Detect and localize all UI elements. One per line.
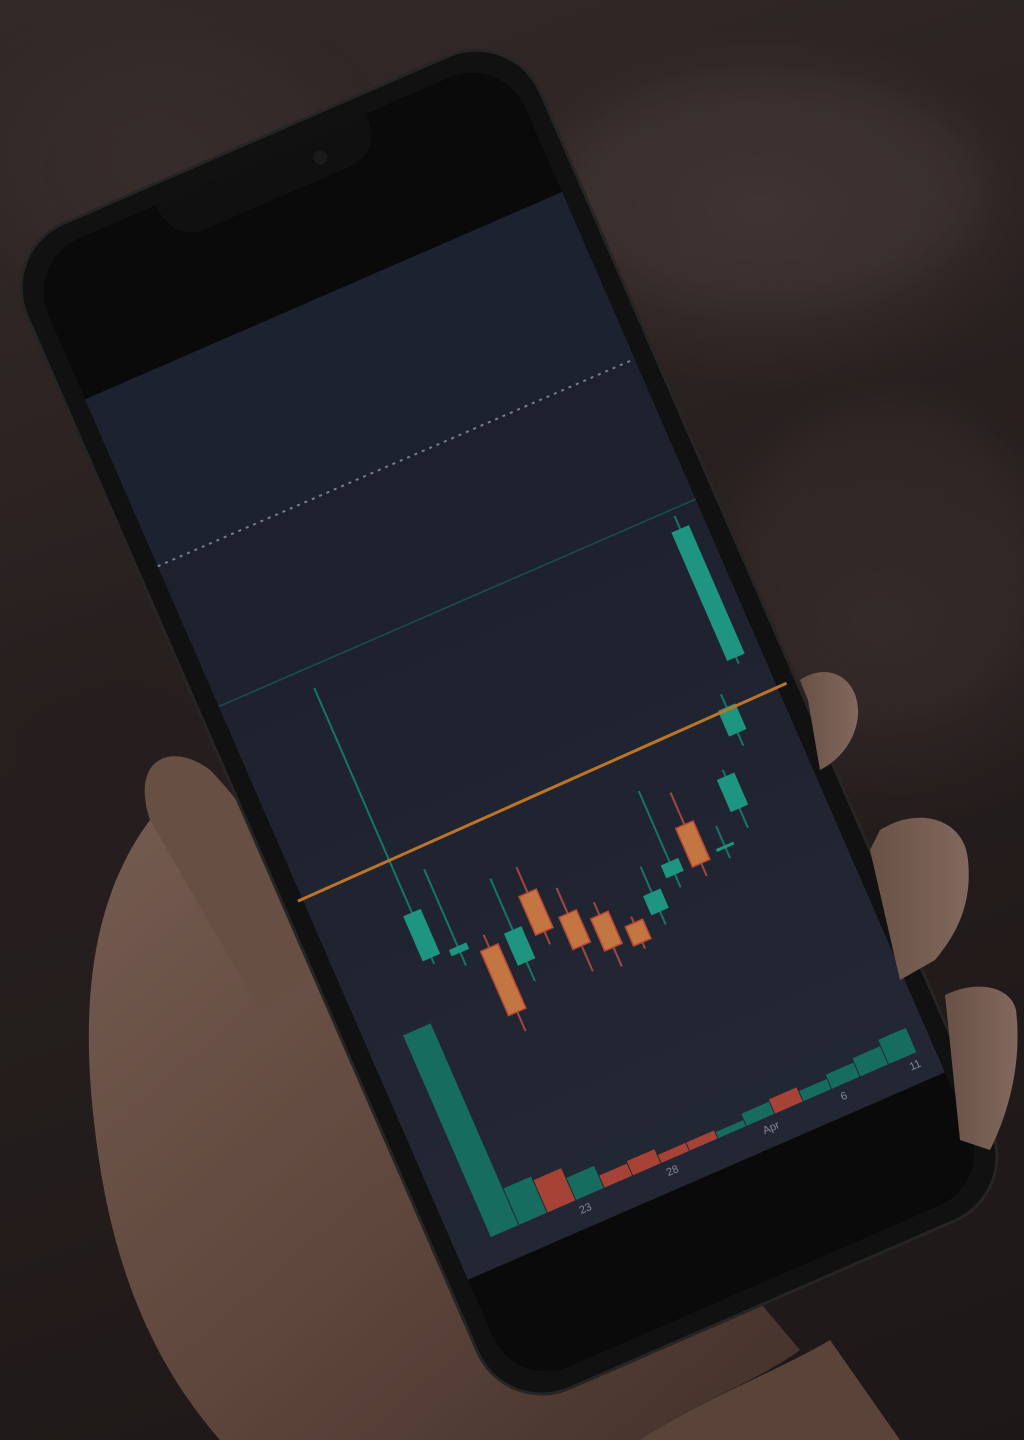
photo-scene: 23 28 Apr 6 11 <box>0 0 1024 1440</box>
phone-photo-svg: 23 28 Apr 6 11 <box>19 48 1018 1440</box>
